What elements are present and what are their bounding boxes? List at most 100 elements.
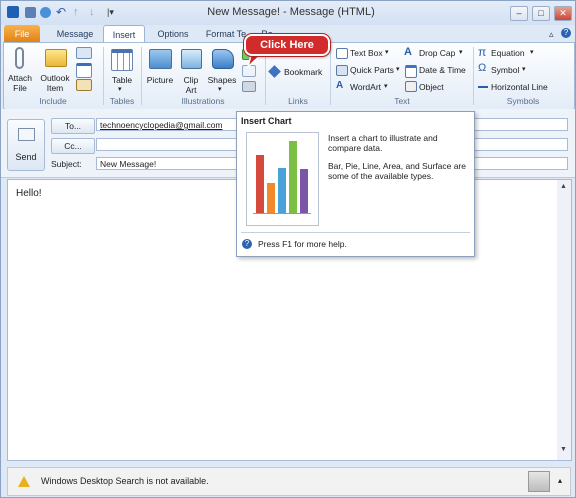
date-time-icon — [405, 65, 417, 78]
warning-icon — [18, 476, 30, 487]
clip-art-label-2: Art — [185, 85, 197, 95]
tab-message[interactable]: Message — [49, 25, 101, 43]
tooltip-title: Insert Chart — [241, 116, 292, 126]
customize-qat-icon[interactable]: |▾ — [107, 7, 118, 18]
body-text: Hello! — [16, 188, 42, 199]
send-envelope-icon — [18, 128, 35, 141]
scroll-down-icon[interactable]: ▼ — [560, 446, 567, 453]
chart-bar — [278, 168, 286, 213]
bookmark-button[interactable]: Bookmark — [284, 67, 322, 77]
business-card-icon[interactable] — [76, 47, 92, 59]
drop-cap-button[interactable]: Drop Cap — [419, 48, 455, 58]
subject-label: Subject: — [51, 159, 82, 169]
chevron-down-icon: ▾ — [459, 49, 463, 56]
save-icon[interactable] — [25, 7, 36, 18]
attach-file-label-2: File — [13, 83, 27, 93]
equation-icon: π — [478, 45, 487, 59]
minimize-button[interactable]: – — [510, 6, 528, 21]
status-bar: Windows Desktop Search is not available.… — [7, 467, 571, 496]
scroll-up-icon[interactable]: ▲ — [560, 183, 567, 190]
quick-parts-button[interactable]: Quick Parts — [350, 65, 394, 75]
group-label-tables: Tables — [109, 96, 135, 106]
group-label-symbols: Symbols — [506, 96, 540, 106]
object-icon — [405, 81, 417, 92]
text-box-icon — [336, 48, 348, 59]
group-label-text: Text — [394, 96, 410, 106]
text-box-button[interactable]: Text Box — [350, 48, 383, 58]
window-title: New Message! - Message (HTML) — [207, 6, 375, 18]
clip-art-icon — [181, 49, 202, 69]
picture-icon — [149, 49, 172, 69]
clip-art-label-1: Clip — [183, 75, 199, 85]
cc-button[interactable]: Cc... — [51, 138, 95, 154]
chart-bar — [256, 155, 264, 213]
picture-label: Picture — [146, 75, 174, 85]
wordart-button[interactable]: WordArt — [350, 82, 381, 92]
table-label: Table — [111, 75, 133, 85]
chart-bar — [300, 169, 308, 213]
chevron-down-icon: ▾ — [384, 83, 388, 90]
help-icon: ? — [242, 239, 252, 249]
vertical-scrollbar[interactable]: ▲ ▼ — [557, 179, 572, 461]
send-receive-icon[interactable] — [40, 7, 51, 18]
quick-parts-icon — [336, 65, 348, 76]
object-button[interactable]: Object — [419, 82, 444, 92]
horizontal-line-icon — [478, 86, 488, 88]
tooltip-divider — [241, 232, 470, 233]
wordart-icon: A — [336, 80, 344, 91]
envelope-icon — [45, 49, 67, 67]
signature-icon[interactable] — [76, 79, 92, 91]
symbol-button[interactable]: Symbol — [491, 65, 519, 75]
chevron-down-icon: ▾ — [385, 49, 389, 56]
status-message: Windows Desktop Search is not available. — [41, 476, 209, 486]
chevron-down-icon: ▾ — [396, 66, 400, 73]
calendar-icon[interactable] — [76, 63, 92, 78]
tooltip-description: Insert a chart to illustrate and compare… — [328, 133, 438, 153]
to-button[interactable]: To... — [51, 118, 95, 134]
tooltip-help-text: Press F1 for more help. — [258, 239, 347, 249]
ribbon-minimize-icon[interactable]: ▵ — [549, 29, 554, 40]
table-icon — [111, 49, 133, 71]
expand-people-pane-icon[interactable]: ▴ — [558, 476, 562, 485]
help-icon[interactable]: ? — [561, 28, 571, 38]
insert-chart-tooltip: Insert Chart Insert a chart to illustrat… — [236, 111, 475, 257]
outlook-message-window: ↶ ↑ ↓ |▾ New Message! - Message (HTML) –… — [0, 0, 576, 498]
shapes-label: Shapes — [207, 75, 237, 85]
outlook-app-icon — [7, 6, 19, 18]
click-here-callout: Click Here — [244, 34, 330, 56]
maximize-button[interactable]: □ — [532, 6, 550, 21]
chevron-down-icon: ▾ — [218, 86, 222, 93]
avatar[interactable] — [528, 471, 550, 492]
redo-icon[interactable]: ↑ — [73, 7, 84, 18]
chart-bar — [267, 183, 275, 213]
outlook-item-label-2: Item — [46, 83, 64, 93]
equation-button[interactable]: Equation — [491, 48, 525, 58]
tab-options[interactable]: Options — [151, 25, 195, 43]
close-button[interactable]: ✕ — [554, 6, 572, 21]
group-label-illustrations: Illustrations — [181, 96, 225, 106]
group-label-links: Links — [288, 96, 308, 106]
symbol-icon: Ω — [478, 62, 487, 74]
chart-preview-image — [246, 132, 319, 226]
send-label: Send — [15, 152, 37, 162]
chart-axis — [253, 213, 311, 214]
screenshot-icon[interactable] — [242, 81, 256, 92]
chevron-down-icon: ▾ — [530, 49, 534, 56]
chart-bar — [289, 141, 297, 213]
drop-cap-icon: A — [404, 46, 412, 58]
title-bar: ↶ ↑ ↓ |▾ New Message! - Message (HTML) –… — [1, 1, 575, 25]
chevron-down-icon: ▾ — [522, 66, 526, 73]
horizontal-line-button[interactable]: Horizontal Line — [491, 82, 548, 92]
tooltip-description-types: Bar, Pie, Line, Area, and Surface are so… — [328, 161, 466, 181]
chevron-down-icon: ▾ — [118, 86, 122, 93]
attach-file-label-1: Attach — [7, 73, 33, 83]
date-time-button[interactable]: Date & Time — [419, 65, 466, 75]
undo-icon[interactable]: ↶ — [56, 6, 67, 18]
paperclip-icon — [15, 47, 24, 69]
send-button[interactable]: Send — [7, 119, 45, 171]
group-label-include: Include — [39, 96, 67, 106]
tab-file[interactable]: File — [4, 25, 40, 43]
shapes-icon — [212, 49, 234, 69]
down-arrow-icon[interactable]: ↓ — [89, 7, 100, 18]
outlook-item-label-1: Outlook — [40, 73, 70, 83]
